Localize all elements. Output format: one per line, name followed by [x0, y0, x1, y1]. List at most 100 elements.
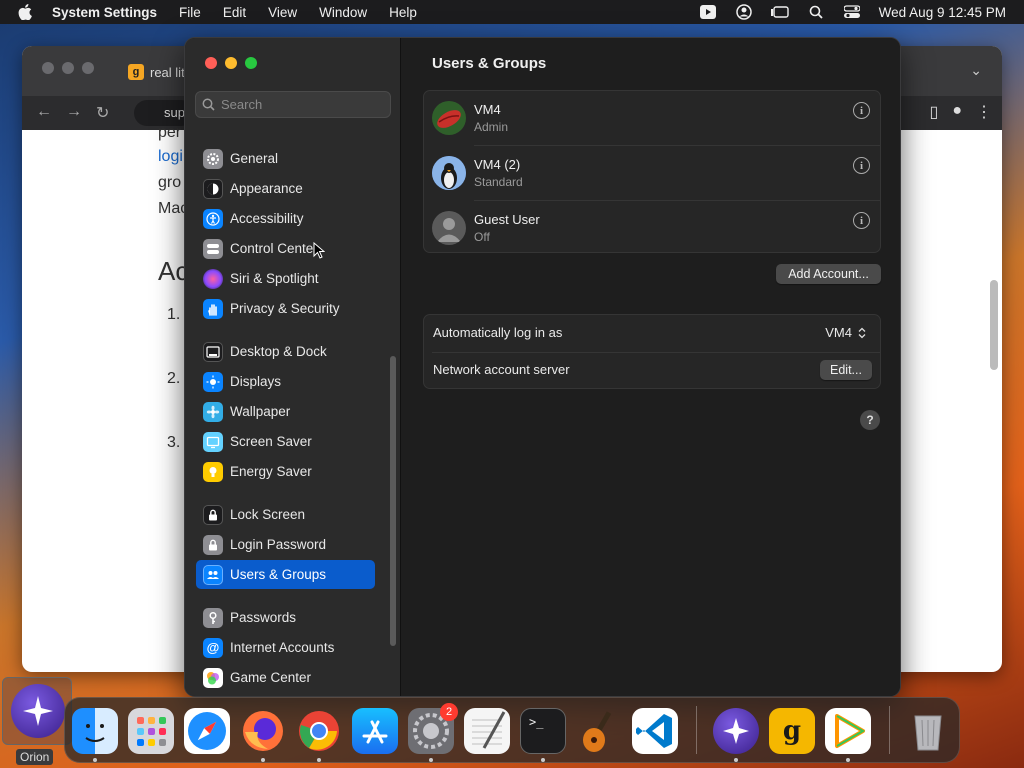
- menu-edit[interactable]: Edit: [223, 5, 246, 20]
- sidebar-item-lock-screen[interactable]: Lock Screen: [196, 500, 375, 529]
- screen-saver-icon: [203, 431, 223, 452]
- settings-sidebar: General Appearance Accessibility Control…: [185, 38, 401, 696]
- running-indicator: [734, 758, 738, 762]
- generic-person-avatar: [432, 211, 466, 245]
- menu-file[interactable]: File: [179, 5, 201, 20]
- sidebar-item-general[interactable]: General: [196, 144, 375, 173]
- sidebar-item-game-center[interactable]: Game Center: [196, 663, 375, 692]
- orion-sparkle-icon: [11, 684, 65, 738]
- dock-app-store-icon[interactable]: [352, 708, 398, 754]
- user-name: Guest User: [474, 212, 540, 227]
- user-role: Off: [474, 230, 490, 244]
- reload-icon[interactable]: ↻: [96, 103, 109, 123]
- sidebar-item-desktop-dock[interactable]: Desktop & Dock: [196, 337, 375, 366]
- orion-label: Orion: [16, 749, 54, 765]
- dock-garageband-icon[interactable]: [576, 708, 622, 754]
- dock-grammarly-icon[interactable]: g: [769, 708, 815, 754]
- orion-launcher[interactable]: [2, 677, 72, 745]
- lightbulb-icon: [203, 461, 223, 482]
- sun-icon: [203, 371, 223, 392]
- menu-window[interactable]: Window: [319, 5, 367, 20]
- user-row-vm4[interactable]: VM4 Admin i: [424, 91, 880, 146]
- sidebar-item-energy-saver[interactable]: Energy Saver: [196, 457, 375, 486]
- dock-orion-icon[interactable]: [713, 708, 759, 754]
- game-center-icon: [203, 667, 223, 688]
- sidebar-item-accessibility[interactable]: Accessibility: [196, 204, 375, 233]
- dock-trash-icon[interactable]: [905, 708, 951, 754]
- sidebar-item-control-center[interactable]: Control Center: [196, 234, 375, 263]
- siri-icon: [203, 268, 223, 289]
- page-scrollbar[interactable]: [990, 280, 998, 370]
- zoom-window-button[interactable]: [245, 57, 257, 69]
- network-server-row: Network account server Edit...: [424, 352, 880, 389]
- user-row-vm4-2[interactable]: VM4 (2) Standard i: [424, 146, 880, 201]
- menu-clock[interactable]: Wed Aug 9 12:45 PM: [879, 5, 1006, 20]
- users-list: VM4 Admin i VM4 (2) Standard i Guest Use…: [423, 90, 881, 253]
- dock-vscode-icon[interactable]: [632, 708, 678, 754]
- control-center-icon: [203, 238, 223, 259]
- sidebar-search-field[interactable]: [195, 91, 391, 118]
- spotlight-search-icon[interactable]: [807, 5, 825, 19]
- sidebar-item-users-groups[interactable]: Users & Groups: [196, 560, 375, 589]
- notification-badge: 2: [440, 703, 458, 721]
- sidebar-item-passwords[interactable]: Passwords: [196, 603, 375, 632]
- tab-dropdown-icon[interactable]: ⌄: [970, 62, 982, 79]
- browser-window-controls: [42, 62, 94, 74]
- minimize-window-button[interactable]: [225, 57, 237, 69]
- user-account-icon[interactable]: [735, 4, 753, 20]
- info-icon[interactable]: i: [853, 102, 870, 119]
- sidebar-item-displays[interactable]: Displays: [196, 367, 375, 396]
- browser-tab[interactable]: g real lit: [128, 64, 185, 80]
- dock-launchpad-icon[interactable]: [128, 708, 174, 754]
- grammarly-favicon-icon: g: [128, 64, 144, 80]
- mouse-cursor-icon: [313, 242, 325, 259]
- menu-help[interactable]: Help: [389, 5, 417, 20]
- page-link[interactable]: logi: [158, 148, 183, 166]
- info-icon[interactable]: i: [853, 157, 870, 174]
- screen-record-icon[interactable]: [699, 5, 717, 19]
- sidebar-scrollbar[interactable]: [390, 356, 396, 646]
- sidebar-item-internet-accounts[interactable]: @ Internet Accounts: [196, 633, 375, 662]
- apple-menu-icon[interactable]: [18, 4, 32, 20]
- help-button[interactable]: ?: [860, 410, 880, 430]
- dock-safari-icon[interactable]: [184, 708, 230, 754]
- add-account-button[interactable]: Add Account...: [776, 264, 881, 284]
- users-groups-pane: Users & Groups VM4 Admin i VM4 (2) Stand…: [402, 38, 900, 696]
- back-arrow-icon[interactable]: ←: [36, 103, 52, 123]
- page-text-line: gro: [158, 174, 182, 191]
- dock-chrome-icon[interactable]: [296, 708, 342, 754]
- gear-icon: [203, 148, 223, 169]
- sidebar-item-wallpaper[interactable]: Wallpaper: [196, 397, 375, 426]
- sidebar-item-appearance[interactable]: Appearance: [196, 174, 375, 203]
- sidebar-item-screen-saver[interactable]: Screen Saver: [196, 427, 375, 456]
- control-center-icon[interactable]: [843, 5, 861, 19]
- search-icon: [202, 98, 215, 111]
- page-title: Users & Groups: [432, 55, 547, 72]
- dock-infuse-icon[interactable]: [825, 708, 871, 754]
- dock-finder-icon[interactable]: [72, 708, 118, 754]
- app-menu[interactable]: System Settings: [52, 5, 157, 20]
- forward-arrow-icon[interactable]: →: [66, 103, 82, 123]
- sidebar-toggle-icon[interactable]: ▯: [930, 102, 939, 122]
- sidebar-item-siri-spotlight[interactable]: Siri & Spotlight: [196, 264, 375, 293]
- browser-menu-icon[interactable]: ⋮: [976, 102, 992, 122]
- auto-login-popup[interactable]: VM4: [825, 325, 866, 340]
- sidebar-item-login-password[interactable]: Login Password: [196, 530, 375, 559]
- dock-system-settings-icon[interactable]: 2: [408, 703, 458, 754]
- profile-icon[interactable]: ●: [952, 102, 962, 122]
- dock-icon: [203, 341, 223, 362]
- user-row-guest[interactable]: Guest User Off i: [424, 201, 880, 256]
- browser-tab-title: real lit: [150, 64, 185, 80]
- menu-view[interactable]: View: [268, 5, 297, 20]
- edit-network-server-button[interactable]: Edit...: [820, 360, 872, 380]
- close-window-button[interactable]: [205, 57, 217, 69]
- stage-manager-icon[interactable]: [770, 5, 789, 19]
- running-indicator: [261, 758, 265, 762]
- dock-terminal-icon[interactable]: >_: [520, 708, 566, 754]
- dock-firefox-icon[interactable]: [240, 708, 286, 754]
- dock-textedit-icon[interactable]: [464, 708, 510, 754]
- info-icon[interactable]: i: [853, 212, 870, 229]
- login-settings-group: Automatically log in as VM4 Network acco…: [423, 314, 881, 389]
- sidebar-item-privacy-security[interactable]: Privacy & Security: [196, 294, 375, 323]
- search-input[interactable]: [221, 97, 381, 112]
